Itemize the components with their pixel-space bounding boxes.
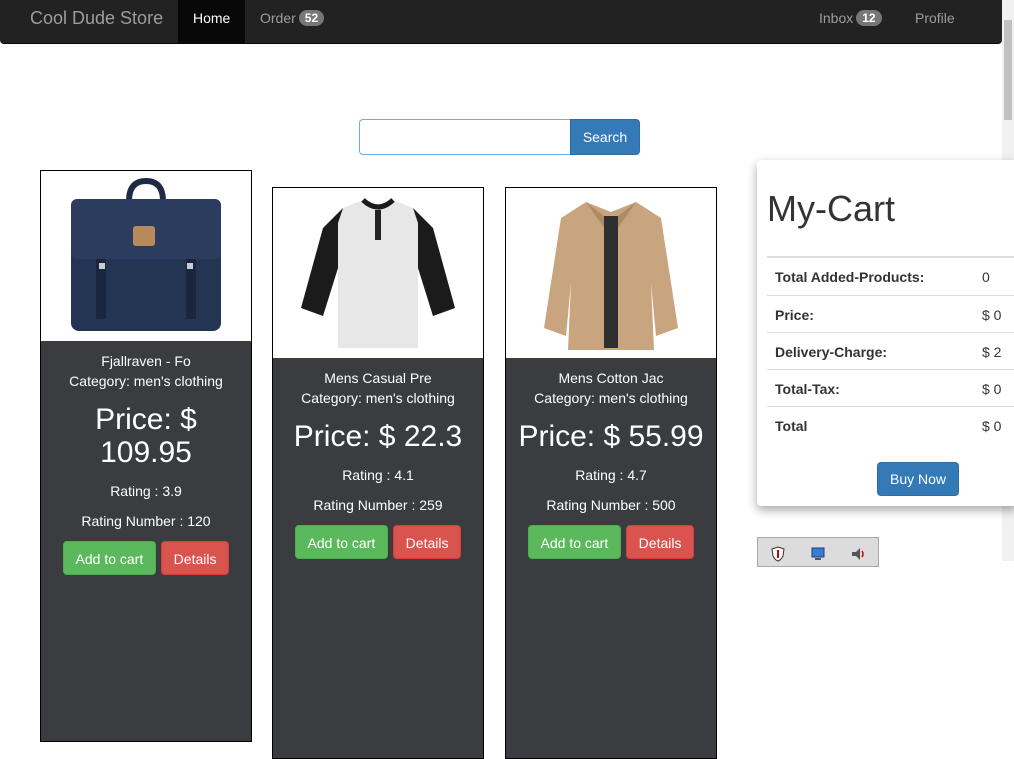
details-button[interactable]: Details <box>160 541 230 575</box>
inbox-count-badge: 12 <box>856 10 882 26</box>
price-label: Price: $ <box>95 403 197 436</box>
jacket-image[interactable] <box>506 188 716 358</box>
cart-row-label: Price: <box>775 307 814 323</box>
nav-profile[interactable]: Profile <box>900 0 970 43</box>
search-input[interactable] <box>359 119 572 155</box>
cart-row-label: Total Added-Products: <box>775 269 925 285</box>
tshirt-image[interactable] <box>273 188 483 358</box>
nav-profile-label: Profile <box>915 10 955 26</box>
search-button[interactable]: Search <box>570 119 640 155</box>
product-info: Mens Casual Pre Category: men's clothing… <box>273 358 483 758</box>
cart-row-label: Total <box>775 418 808 434</box>
cart-row-value: 0 <box>982 269 990 285</box>
add-to-cart-button[interactable]: Add to cart <box>62 541 157 575</box>
nav-home-label: Home <box>193 10 231 26</box>
product-info: Mens Cotton Jac Category: men's clothing… <box>506 358 716 758</box>
product-rating-number: Rating Number : 120 <box>81 513 211 529</box>
product-price: Price: $ 55.99 <box>518 420 704 453</box>
product-rating: Rating : 4.7 <box>575 467 647 483</box>
product-rating: Rating : 3.9 <box>110 483 182 499</box>
product-price: Price: $ 22.3 <box>293 420 463 453</box>
product-category: Category: men's clothing <box>69 373 223 389</box>
product-category: Category: men's clothing <box>301 390 455 406</box>
cart-row-value: $ 2 <box>982 344 1002 360</box>
product-price: Price: $109.95 <box>41 403 251 469</box>
network-icon[interactable] <box>810 546 826 562</box>
store-brand[interactable]: Cool Dude Store <box>30 0 163 36</box>
system-tray <box>757 537 879 567</box>
product-rating: Rating : 4.1 <box>342 467 414 483</box>
cart-row-value: $ 0 <box>982 418 1002 434</box>
details-button[interactable]: Details <box>392 525 462 559</box>
nav-order[interactable]: Order 52 <box>245 0 339 43</box>
nav-inbox[interactable]: Inbox 12 <box>804 0 897 43</box>
product-name: Fjallraven - Fo <box>101 353 191 369</box>
cart-row-tax: Total-Tax: $ 0 <box>767 369 1014 406</box>
product-info: Fjallraven - Fo Category: men's clothing… <box>41 341 251 741</box>
nav-home[interactable]: Home <box>178 0 246 43</box>
price-value: 109.95 <box>100 436 192 469</box>
product-category: Category: men's clothing <box>534 390 688 406</box>
add-to-cart-button[interactable]: Add to cart <box>527 525 622 559</box>
product-rating-number: Rating Number : 500 <box>546 497 676 513</box>
cart-row-total: Total $ 0 <box>767 406 1014 443</box>
cart-title: My-Cart <box>767 188 895 229</box>
buy-now-button[interactable]: Buy Now <box>877 462 959 496</box>
top-navbar: Cool Dude Store Home Order 52 Inbox 12 Pro… <box>0 0 1002 44</box>
product-name: Mens Casual Pre <box>324 370 432 386</box>
cart-panel: My-Cart Total Added-Products: 0 Price: $ 0… <box>757 160 1014 506</box>
cart-row-delivery: Delivery-Charge: $ 2 <box>767 332 1014 369</box>
nav-order-label: Order <box>260 10 296 26</box>
cart-summary-table: Total Added-Products: 0 Price: $ 0 Deliver… <box>767 256 1014 443</box>
speaker-icon[interactable] <box>850 546 866 562</box>
nav-inbox-label: Inbox <box>819 10 854 26</box>
order-count-badge: 52 <box>298 10 325 26</box>
cart-row-total-products: Total Added-Products: 0 <box>767 258 1014 295</box>
scrollbar-thumb[interactable] <box>1004 20 1012 120</box>
backpack-image[interactable] <box>41 171 251 341</box>
cart-row-value: $ 0 <box>982 381 1002 397</box>
cart-row-price: Price: $ 0 <box>767 295 1014 332</box>
product-card: Mens Casual Pre Category: men's clothing… <box>272 187 484 759</box>
product-rating-number: Rating Number : 259 <box>313 497 443 513</box>
cart-row-label: Delivery-Charge: <box>775 344 888 360</box>
shield-icon[interactable] <box>770 546 786 562</box>
add-to-cart-button[interactable]: Add to cart <box>294 525 389 559</box>
product-card: Fjallraven - Fo Category: men's clothing… <box>40 170 252 742</box>
product-name: Mens Cotton Jac <box>558 370 664 386</box>
details-button[interactable]: Details <box>625 525 695 559</box>
cart-row-value: $ 0 <box>982 307 1002 323</box>
product-card: Mens Cotton Jac Category: men's clothing… <box>505 187 717 759</box>
cart-row-label: Total-Tax: <box>775 381 840 397</box>
